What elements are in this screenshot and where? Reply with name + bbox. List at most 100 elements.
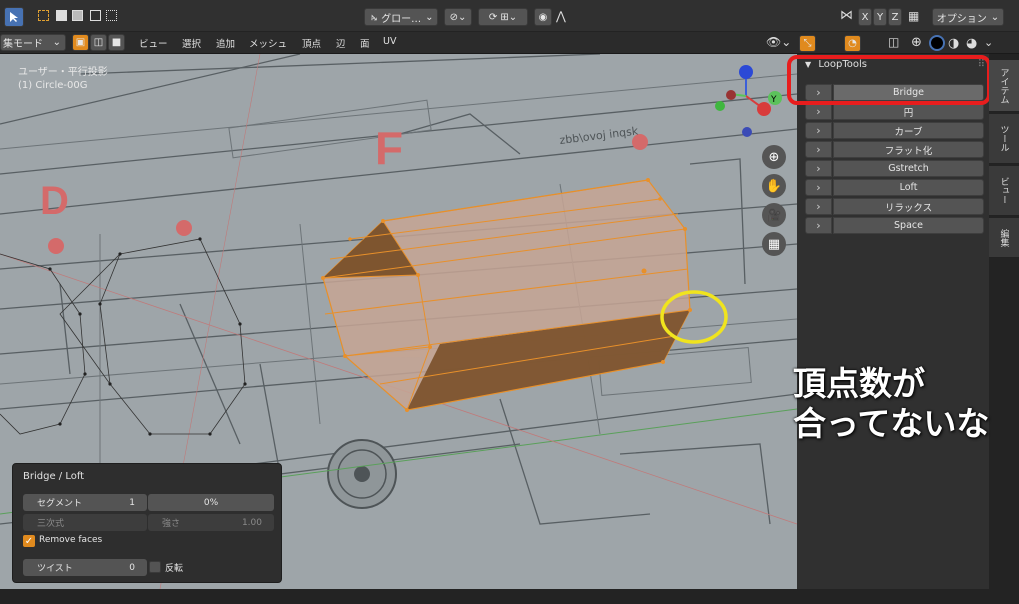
red-marker <box>48 238 64 254</box>
strength-label: 強さ <box>162 519 181 529</box>
redo-panel-title: Bridge / Loft <box>23 471 85 482</box>
xray-icon[interactable]: ◫ <box>888 35 899 49</box>
camera-button[interactable]: 🎥 <box>762 203 786 227</box>
expand-arrow-icon[interactable]: › <box>805 122 832 139</box>
view-name: ユーザー・平行投影 <box>18 67 108 78</box>
menu-face[interactable]: 面 <box>360 36 370 50</box>
check-icon: ✓ <box>24 535 34 547</box>
overlay-icon: ◔ <box>848 38 857 49</box>
perspective-toggle-button[interactable]: ▦ <box>762 232 786 256</box>
strength-field[interactable]: 強さ 1.00 <box>148 514 274 531</box>
bridged-mesh[interactable] <box>321 178 692 412</box>
select-intersect-icon[interactable] <box>106 10 117 21</box>
3d-viewport[interactable]: D F zbb\ovoj inqsk Y ユーザー・平行投影 (1) Circl… <box>0 54 797 589</box>
segments-field[interactable]: セグメント 1 <box>23 494 147 511</box>
mode-dropdown[interactable]: 集モード ⌄ <box>0 34 66 51</box>
gstretch-button[interactable]: Gstretch <box>833 160 984 177</box>
face-mode-icon: ■ <box>111 37 122 48</box>
expand-arrow-icon[interactable]: › <box>805 217 832 234</box>
space-button[interactable]: Space <box>833 217 984 234</box>
landing-wheel <box>327 439 397 509</box>
twist-label: ツイスト <box>37 564 73 574</box>
tab-item[interactable]: アイテム <box>989 60 1019 112</box>
menu-vertex[interactable]: 頂点 <box>302 36 321 50</box>
menu-add[interactable]: 追加 <box>216 36 235 50</box>
select-subtract-icon[interactable] <box>72 10 83 21</box>
options-dropdown[interactable]: オプション ⌄ <box>932 8 1004 26</box>
visibility-icon[interactable]: 👁⌄ <box>766 35 791 49</box>
blueprint-letter-d: D <box>40 179 69 223</box>
pan-button[interactable]: ✋ <box>762 174 786 198</box>
twist-field[interactable]: ツイスト 0 <box>23 559 147 576</box>
mesh-options-icon[interactable]: ▦ <box>908 9 919 23</box>
red-marker <box>176 220 192 236</box>
expand-arrow-icon[interactable]: › <box>805 179 832 196</box>
percent-slider[interactable]: 0% <box>148 494 274 511</box>
gizmo-toggle-button[interactable]: ⤡ <box>799 35 816 52</box>
menu-uv[interactable]: UV <box>383 36 396 47</box>
expand-arrow-icon[interactable]: › <box>805 198 832 215</box>
grid-icon: ▦ <box>767 236 781 252</box>
select-invert-icon[interactable] <box>90 10 101 21</box>
edge-select-button[interactable]: ◫ <box>90 34 107 51</box>
looptools-space-row: › Space <box>805 217 984 234</box>
tab-tool[interactable]: ツール <box>989 114 1019 164</box>
shading-rendered-icon[interactable]: ◕ <box>966 36 977 51</box>
circle-button[interactable]: 円 <box>833 103 984 120</box>
snap-dropdown[interactable]: ⟳ ⊞⌄ <box>478 8 528 26</box>
relax-button[interactable]: リラックス <box>833 198 984 215</box>
mirror-icon[interactable]: ⋈ <box>840 8 853 23</box>
blueprint-letter-f: F <box>375 122 403 174</box>
axis-y-button[interactable]: Y <box>873 8 887 26</box>
expand-arrow-icon[interactable]: › <box>805 160 832 177</box>
orientation-label: グロー… <box>381 13 422 25</box>
overlay-toggle-button[interactable]: ◔ <box>844 35 861 52</box>
redo-panel-bridge-loft[interactable]: Bridge / Loft セグメント 1 0% 三次式 強さ 1.00 ✓ R… <box>12 463 282 583</box>
shading-wire-icon[interactable]: ⊕ <box>911 35 922 50</box>
menu-mesh[interactable]: メッシュ <box>249 36 287 50</box>
menu-edge[interactable]: 辺 <box>336 36 346 50</box>
shading-dropdown-icon[interactable]: ⌄ <box>984 36 993 49</box>
remove-faces-checkbox[interactable]: ✓ <box>23 535 35 547</box>
cursor-icon <box>10 12 18 22</box>
looptools-relax-row: › リラックス <box>805 198 984 215</box>
cubic-field[interactable]: 三次式 <box>23 514 147 531</box>
select-box-icon[interactable] <box>38 10 49 21</box>
looptools-gstretch-row: › Gstretch <box>805 160 984 177</box>
gizmo-y-label: Y <box>770 95 777 105</box>
remove-faces-label: Remove faces <box>39 535 103 545</box>
strength-value: 1.00 <box>241 517 262 528</box>
segments-label: セグメント <box>37 499 83 509</box>
curve-button[interactable]: カーブ <box>833 122 984 139</box>
shading-solid-icon[interactable] <box>929 35 945 51</box>
reverse-checkbox[interactable] <box>149 561 161 573</box>
cubic-label: 三次式 <box>37 519 65 529</box>
pivot-point-dropdown[interactable]: ⊘⌄ <box>444 8 472 26</box>
tab-view[interactable]: ビュー <box>989 166 1019 216</box>
loft-button[interactable]: Loft <box>833 179 984 196</box>
falloff-icon[interactable]: ⋀ <box>556 9 566 23</box>
tab-edit[interactable]: 編集 <box>989 218 1019 258</box>
object-name: (1) Circle-00G <box>18 80 88 91</box>
proportional-edit-button[interactable]: ◉ <box>534 8 552 26</box>
flatten-button[interactable]: フラット化 <box>833 141 984 158</box>
sidebar-tabs: アイテム ツール ビュー 編集 <box>989 54 1019 589</box>
camera-icon: 🎥 <box>766 208 782 222</box>
expand-arrow-icon[interactable]: › <box>805 141 832 158</box>
vertex-select-button[interactable]: ▣ <box>72 34 89 51</box>
mode-label: 集モード <box>3 39 43 50</box>
expand-arrow-icon[interactable]: › <box>805 103 832 120</box>
face-select-button[interactable]: ■ <box>108 34 125 51</box>
select-extend-icon[interactable] <box>56 10 67 21</box>
status-bar <box>0 589 1019 604</box>
shading-material-icon[interactable]: ◑ <box>948 36 959 51</box>
select-tool-button[interactable] <box>4 7 24 27</box>
snap-icon: ⟳ ⊞⌄ <box>488 11 518 23</box>
zoom-button[interactable]: ⊕ <box>762 145 786 169</box>
axis-x-button[interactable]: X <box>858 8 872 26</box>
menu-select[interactable]: 選択 <box>182 36 201 50</box>
axis-z-button[interactable]: Z <box>888 8 902 26</box>
transform-orientation-dropdown[interactable]: ⦮ グロー… ⌄ <box>364 8 438 26</box>
menu-view[interactable]: ビュー <box>139 36 168 50</box>
percent-value: 0% <box>203 497 219 508</box>
